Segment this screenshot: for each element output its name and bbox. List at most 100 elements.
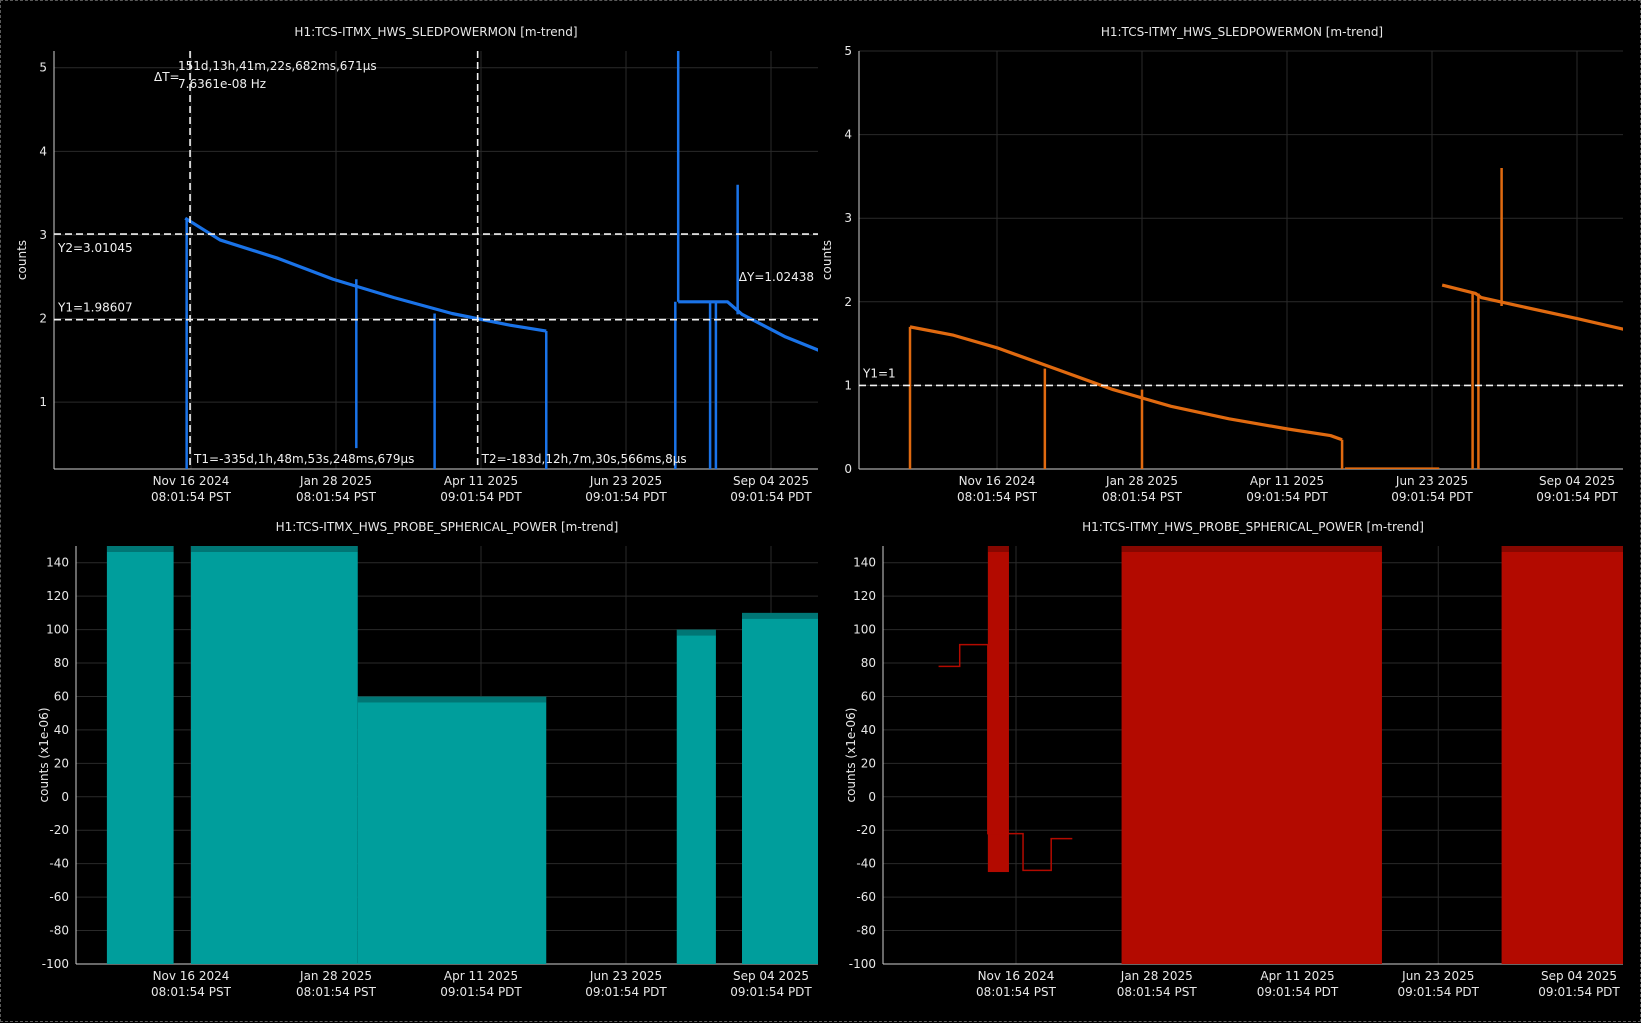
data-series-line-2 <box>678 300 818 352</box>
plot-data-area <box>908 168 1623 469</box>
plot-panel-4: H1:TCS-ITMY_HWS_PROBE_SPHERICAL_POWER [m… <box>844 520 1623 999</box>
y-tick-label: 80 <box>54 656 69 670</box>
y-tick-label: 40 <box>54 723 69 737</box>
x-tick-label: Jan 28 2025 <box>299 969 372 983</box>
y-tick-label: 2 <box>39 312 47 326</box>
x-tick-label: Nov 16 2024 <box>153 969 230 983</box>
x-tick-label: Nov 16 2024 <box>959 474 1036 488</box>
plot-panel-1: H1:TCS-ITMX_HWS_SLEDPOWERMON [m-trend] 1 2… <box>15 25 818 504</box>
x-tick-sublabel: 09:01:54 PDT <box>1538 985 1620 999</box>
x-tick-label: Apr 11 2025 <box>1260 969 1334 983</box>
y-axis-label: counts (x1e-06) <box>37 707 51 802</box>
x-tick-sublabel: 08:01:54 PST <box>1117 985 1198 999</box>
x-tick-sublabel: 08:01:54 PST <box>151 985 232 999</box>
y-tick-label: -20 <box>856 823 876 837</box>
cursor-delta-t-prefix: ΔT= <box>154 70 180 84</box>
cursor-y1-label: Y1=1 <box>862 366 896 380</box>
y-tick-label: 5 <box>39 61 47 75</box>
y-tick-label: 0 <box>844 462 852 476</box>
data-band-envelope <box>106 546 174 552</box>
x-tick-sublabel: 09:01:54 PDT <box>585 490 667 504</box>
y-tick-label: 4 <box>39 144 47 158</box>
y-tick-label: 100 <box>853 623 876 637</box>
x-tick-sublabel: 09:01:54 PDT <box>1397 985 1479 999</box>
x-tick-label: Apr 11 2025 <box>444 969 518 983</box>
plot-panel-2: H1:TCS-ITMY_HWS_SLEDPOWERMON [m-trend] 0 1… <box>820 25 1623 504</box>
plot-canvas: H1:TCS-ITMX_HWS_SLEDPOWERMON [m-trend]12… <box>15 25 1623 999</box>
y-tick-label: 0 <box>61 790 69 804</box>
data-band <box>1501 546 1623 964</box>
x-tick-sublabel: 08:01:54 PST <box>957 490 1038 504</box>
y-tick-label: 100 <box>46 623 69 637</box>
x-tick-sublabel: 08:01:54 PST <box>151 490 232 504</box>
y-tick-label: 40 <box>861 723 876 737</box>
cursor-t1-label: T1=-335d,1h,48m,53s,248ms,679µs <box>193 452 414 466</box>
y-tick-label: 1 <box>39 395 47 409</box>
data-band-envelope <box>987 546 1009 552</box>
y-tick-label: 3 <box>844 211 852 225</box>
y-tick-label: 60 <box>54 689 69 703</box>
y-axis-label: counts <box>15 240 29 280</box>
x-tick-sublabel: 09:01:54 PDT <box>440 985 522 999</box>
cursor-y1-label: Y1=1.98607 <box>57 301 133 315</box>
cursor-t2-label: T2=-183d,12h,7m,30s,566ms,8µs <box>481 452 687 466</box>
y-tick-label: 60 <box>861 689 876 703</box>
data-band <box>742 612 818 964</box>
x-tick-label: Jan 28 2025 <box>1120 969 1193 983</box>
cursor-delta-freq-label: 7.6361e-08 Hz <box>178 77 266 91</box>
plot-data-area <box>106 546 818 964</box>
y-tick-label: 140 <box>46 556 69 570</box>
plot-data-area <box>938 546 1623 964</box>
x-tick-label: Jun 23 2025 <box>1401 969 1474 983</box>
cursor-delta-y-label: ΔY=1.02438 <box>739 270 814 284</box>
x-tick-sublabel: 09:01:54 PDT <box>585 985 667 999</box>
data-band-envelope <box>742 612 818 619</box>
plot-panel-3: H1:TCS-ITMX_HWS_PROBE_SPHERICAL_POWER [m… <box>37 520 818 999</box>
data-band-envelope <box>357 696 547 703</box>
data-band-envelope <box>191 546 358 552</box>
y-tick-label: -100 <box>42 957 69 971</box>
y-tick-label: 4 <box>844 128 852 142</box>
y-tick-label: 140 <box>853 556 876 570</box>
data-band-envelope <box>676 629 716 636</box>
data-band <box>106 546 174 964</box>
y-tick-label: 2 <box>844 295 852 309</box>
x-tick-sublabel: 09:01:54 PDT <box>730 985 812 999</box>
x-tick-sublabel: 09:01:54 PDT <box>440 490 522 504</box>
x-tick-label: Sep 04 2025 <box>1539 474 1615 488</box>
x-tick-sublabel: 08:01:54 PST <box>296 985 377 999</box>
x-tick-sublabel: 08:01:54 PST <box>296 490 377 504</box>
x-tick-sublabel: 09:01:54 PDT <box>730 490 812 504</box>
y-tick-label: 5 <box>844 44 852 58</box>
y-tick-label: 120 <box>853 589 876 603</box>
y-tick-label: 20 <box>861 756 876 770</box>
x-tick-sublabel: 08:01:54 PST <box>976 985 1057 999</box>
x-tick-label: Sep 04 2025 <box>733 474 809 488</box>
plot-title: H1:TCS-ITMX_HWS_SLEDPOWERMON [m-trend] <box>294 25 577 39</box>
y-tick-label: 1 <box>844 378 852 392</box>
x-tick-label: Sep 04 2025 <box>1541 969 1617 983</box>
plot-title: H1:TCS-ITMX_HWS_PROBE_SPHERICAL_POWER [m… <box>276 520 619 534</box>
x-tick-label: Jun 23 2025 <box>589 969 662 983</box>
y-tick-label: -80 <box>49 924 69 938</box>
y-tick-label: -60 <box>49 890 69 904</box>
data-band <box>191 546 358 964</box>
x-tick-label: Jun 23 2025 <box>589 474 662 488</box>
y-axis-label: counts (x1e-06) <box>844 707 858 802</box>
y-tick-label: 120 <box>46 589 69 603</box>
data-series-line-1 <box>909 325 1343 442</box>
x-tick-label: Apr 11 2025 <box>444 474 518 488</box>
x-tick-label: Nov 16 2024 <box>978 969 1055 983</box>
data-band <box>357 696 547 964</box>
x-tick-label: Sep 04 2025 <box>733 969 809 983</box>
y-axis-label: counts <box>820 240 834 280</box>
y-tick-label: -40 <box>49 857 69 871</box>
trend-plot-window: H1:TCS-ITMX_HWS_SLEDPOWERMON [m-trend] 1 2… <box>0 0 1641 1022</box>
x-tick-sublabel: 09:01:54 PDT <box>1391 490 1473 504</box>
cursor-delta-t-label: 151d,13h,41m,22s,682ms,671µs <box>178 59 377 73</box>
x-tick-sublabel: 09:01:54 PDT <box>1246 490 1328 504</box>
x-tick-label: Nov 16 2024 <box>153 474 230 488</box>
x-tick-label: Jun 23 2025 <box>1395 474 1468 488</box>
x-tick-label: Apr 11 2025 <box>1250 474 1324 488</box>
x-tick-label: Jan 28 2025 <box>1105 474 1178 488</box>
